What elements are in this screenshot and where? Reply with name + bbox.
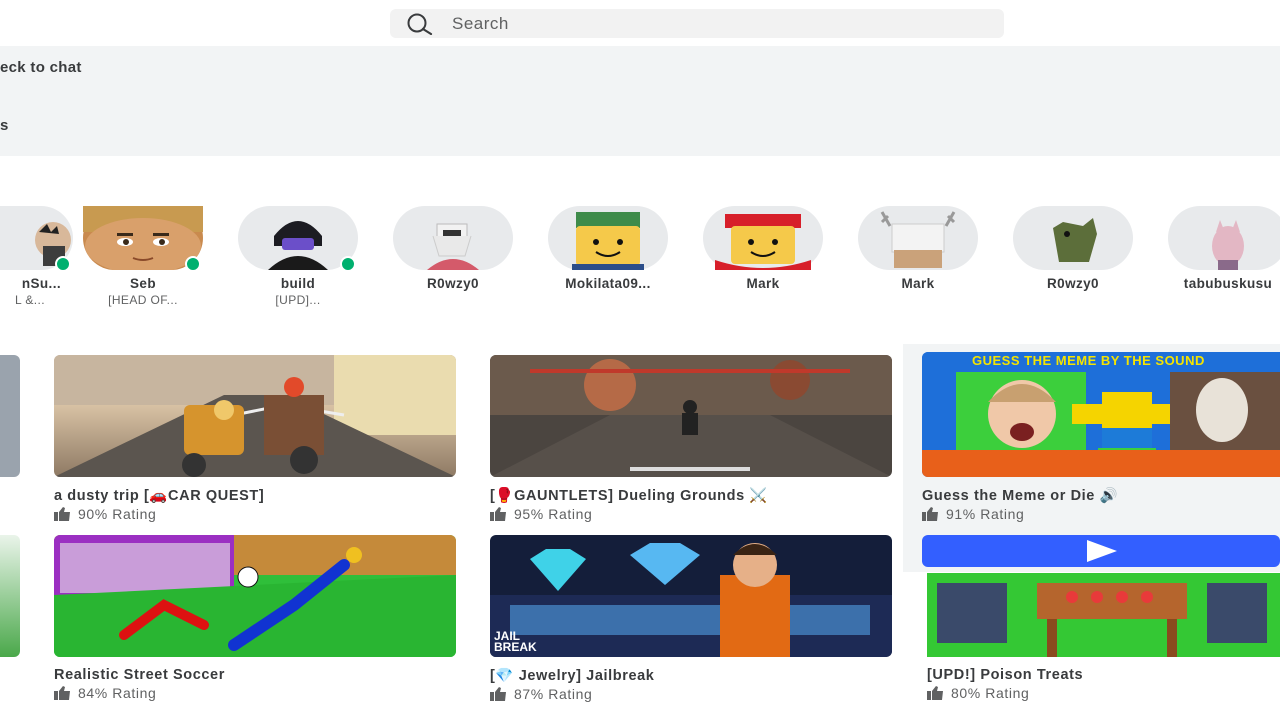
game-card[interactable]: Realistic Street Soccer 84% Rating (54, 535, 456, 701)
chat-panel (0, 46, 1280, 156)
game-title[interactable]: [UPD!] Poison Treats (927, 667, 1280, 683)
thumbs-up-icon (490, 687, 506, 701)
avatar (703, 206, 823, 270)
rating-text: 80% Rating (951, 685, 1030, 701)
friend-name: Mark (746, 276, 780, 291)
friend-status: [HEAD OF... (108, 293, 178, 307)
search-input[interactable] (450, 12, 954, 35)
friend-name: Mokilata09... (565, 276, 651, 291)
thumbs-up-icon (490, 507, 506, 521)
jailbreak-logo: JAIL BREAK (494, 629, 537, 654)
rating-text: 87% Rating (514, 686, 593, 702)
game-thumbnail[interactable] (490, 355, 892, 477)
avatar (858, 206, 978, 270)
back-to-chat-link[interactable]: eck to chat (0, 59, 82, 76)
avatar (1168, 206, 1280, 270)
friend-name: tabubuskusu (1183, 276, 1273, 291)
avatar (393, 206, 513, 270)
friend-status: [UPD]... (275, 293, 321, 307)
game-rating: 95% Rating (490, 506, 892, 522)
game-card[interactable]: [UPD!] Poison Treats 80% Rating (927, 573, 1280, 701)
game-title[interactable]: Realistic Street Soccer (54, 667, 456, 683)
game-thumbnail[interactable] (54, 355, 456, 477)
friend-tile[interactable]: R0wzy0 (1003, 206, 1143, 291)
thumbs-up-icon (922, 507, 938, 521)
game-thumbnail[interactable] (54, 535, 456, 657)
game-title[interactable]: Guess the Meme or Die 🔊 (922, 487, 1280, 504)
game-rating: 80% Rating (927, 685, 1280, 701)
game-card[interactable]: JAIL BREAK [💎 Jewelry] Jailbreak 87% Rat… (490, 535, 892, 702)
game-rating: 87% Rating (490, 686, 892, 702)
friend-tile[interactable]: Seb [HEAD OF... (73, 206, 213, 307)
friend-name: nSu... (21, 276, 61, 291)
friend-name: Seb (130, 276, 156, 291)
thumbs-up-icon (54, 686, 70, 700)
game-rating: 90% Rating (54, 506, 456, 522)
game-thumbnail[interactable]: GUESS THE MEME BY THE SOUND (922, 352, 1280, 477)
search-bar[interactable] (390, 9, 1004, 38)
game-card[interactable]: [🥊GAUNTLETS] Dueling Grounds ⚔️ 95% Rati… (490, 355, 892, 522)
avatar (83, 206, 203, 272)
friend-name: R0wzy0 (427, 276, 479, 291)
game-thumbnail[interactable]: JAIL BREAK (490, 535, 892, 657)
search-icon (407, 13, 433, 35)
online-indicator (55, 256, 71, 272)
online-indicator (185, 256, 201, 272)
avatar (1013, 206, 1133, 270)
game-card[interactable]: GUESS THE MEME BY THE SOUND Guess the Me… (922, 352, 1280, 522)
game-title[interactable]: [💎 Jewelry] Jailbreak (490, 667, 892, 684)
game-thumbnail[interactable] (927, 573, 1280, 657)
friend-tile[interactable]: Mark (693, 206, 833, 291)
thumbs-up-icon (54, 507, 70, 521)
friend-tile[interactable]: Mokilata09... (538, 206, 678, 291)
avatar (0, 206, 73, 272)
friend-tile[interactable]: build [UPD]... (228, 206, 368, 307)
game-rating: 91% Rating (922, 506, 1280, 522)
play-button[interactable] (922, 535, 1280, 567)
online-indicator (340, 256, 356, 272)
game-rating: 84% Rating (54, 685, 456, 701)
game-thumbnail-partial[interactable] (0, 355, 20, 477)
friend-tile[interactable]: nSu... L &... (0, 206, 83, 307)
game-title[interactable]: a dusty trip [🚗CAR QUEST] (54, 487, 456, 504)
thumbnail-banner: GUESS THE MEME BY THE SOUND (972, 353, 1205, 368)
friend-tile[interactable]: Mark (848, 206, 988, 291)
game-title[interactable]: [🥊GAUNTLETS] Dueling Grounds ⚔️ (490, 487, 892, 504)
avatar (238, 206, 358, 272)
rating-text: 90% Rating (78, 506, 157, 522)
rating-text: 84% Rating (78, 685, 157, 701)
friend-name: Mark (901, 276, 935, 291)
friend-name: R0wzy0 (1047, 276, 1099, 291)
rating-text: 91% Rating (946, 506, 1025, 522)
friend-tile[interactable]: tabubuskusu (1158, 206, 1280, 291)
panel-row-label[interactable]: s (0, 117, 8, 134)
friend-tile[interactable]: R0wzy0 (383, 206, 523, 291)
thumbs-up-icon (927, 686, 943, 700)
play-icon (1087, 540, 1117, 562)
rating-text: 95% Rating (514, 506, 593, 522)
friend-status: L &... (15, 293, 45, 307)
game-thumbnail-partial[interactable] (0, 535, 20, 657)
avatar (548, 206, 668, 270)
friend-name: build (280, 276, 316, 291)
game-card[interactable]: a dusty trip [🚗CAR QUEST] 90% Rating (54, 355, 456, 522)
